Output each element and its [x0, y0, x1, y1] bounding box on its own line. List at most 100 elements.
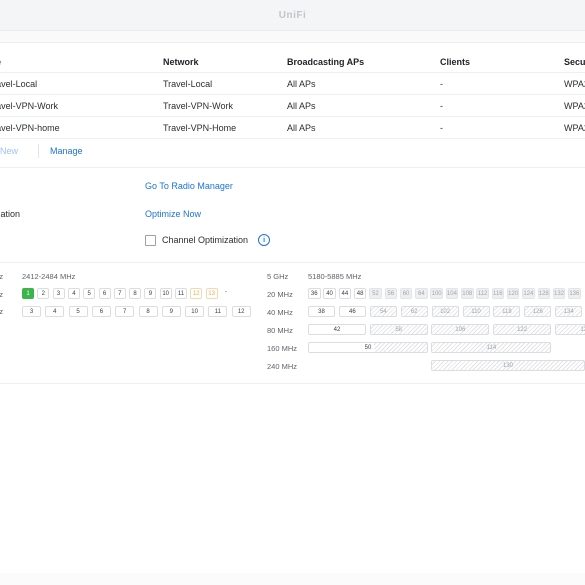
channel-chip[interactable]: 12	[190, 288, 203, 299]
channel-chip[interactable]: 130	[431, 360, 585, 371]
channel-chip[interactable]: 118	[493, 306, 521, 317]
channel-chip[interactable]: 136	[568, 288, 581, 299]
divider	[0, 262, 585, 263]
channel-chip[interactable]: 8	[129, 288, 142, 299]
channel-chip[interactable]: 126	[524, 306, 552, 317]
table-row[interactable]: Travel-VPN-home Travel-VPN-Home All APs …	[0, 117, 585, 139]
channel-chip[interactable]: 116	[491, 288, 505, 299]
channel-chip[interactable]: 3	[22, 306, 41, 317]
channel-chip[interactable]: 2	[37, 288, 50, 299]
channel-separator: -	[224, 289, 228, 296]
band-24ghz-20mhz-label: Hz	[0, 290, 4, 299]
channel-chip[interactable]: 132	[552, 288, 566, 299]
channel-chip[interactable]: 4	[67, 288, 80, 299]
channel-chip[interactable]: 1	[22, 288, 34, 299]
channel-chip[interactable]: 50	[308, 342, 428, 353]
band-5ghz-40mhz-label: 40 MHz	[267, 308, 293, 317]
band-5ghz-range: 5180-5885 MHz	[308, 272, 362, 281]
wifi-name: Travel-VPN-Work	[0, 100, 59, 111]
channel-chip[interactable]: 124	[522, 288, 535, 299]
channel-chip[interactable]: 10	[159, 288, 172, 299]
channel-chip[interactable]: 9	[144, 288, 157, 299]
channel-chip[interactable]: 8	[138, 306, 158, 317]
divider	[0, 167, 585, 168]
wifi-broadcasting-aps: All APs	[287, 122, 316, 133]
column-header-clients[interactable]: Clients	[440, 52, 540, 72]
column-header-name[interactable]: me	[0, 52, 148, 72]
channel-chip[interactable]: 3	[52, 288, 65, 299]
channel-chip[interactable]: 11	[175, 288, 187, 299]
channel-chip[interactable]: 114	[431, 342, 552, 353]
channel-chip[interactable]: 40	[323, 288, 336, 299]
channel-optimization-label[interactable]: Channel Optimization	[162, 235, 248, 245]
go-to-radio-manager-link[interactable]: Go To Radio Manager	[145, 181, 233, 191]
table-row[interactable]: Travel-VPN-Work Travel-VPN-Work All APs …	[0, 95, 585, 117]
channel-chip[interactable]: 112	[476, 288, 489, 299]
channel-chip[interactable]: 54	[369, 306, 397, 317]
column-header-network[interactable]: Network	[163, 52, 283, 72]
wifi-clients: -	[440, 78, 443, 89]
channel-chip[interactable]: 104	[445, 288, 459, 299]
channel-chip[interactable]: 102	[431, 306, 459, 317]
band-24ghz-title: Hz	[0, 272, 4, 281]
channel-chip[interactable]: 52	[369, 288, 382, 299]
channel-chip[interactable]: 7	[115, 306, 135, 317]
divider	[0, 383, 585, 384]
channel-chip[interactable]: 36	[308, 288, 321, 299]
wifi-broadcasting-aps: All APs	[287, 78, 316, 89]
channel-chip[interactable]: 134	[555, 306, 583, 317]
channel-chip[interactable]: 58	[369, 324, 428, 335]
channel-chip[interactable]: 106	[431, 324, 490, 335]
channel-chip[interactable]: 46	[338, 306, 366, 317]
channel-chip[interactable]: 11	[208, 306, 228, 317]
band-5ghz-240mhz-label: 240 MHz	[267, 362, 298, 371]
channel-chip[interactable]: 4	[45, 306, 65, 317]
channel-chip[interactable]: 60	[399, 288, 413, 299]
channel-chip[interactable]: 5	[68, 306, 88, 317]
wifi-security: WPA2	[564, 78, 585, 89]
channel-chip[interactable]: 44	[338, 288, 352, 299]
channel-chip[interactable]: 120	[506, 288, 520, 299]
wifi-network: Travel-VPN-Home	[163, 122, 237, 133]
wifi-security: WPA2	[564, 122, 585, 133]
table-row[interactable]: Travel-Local Travel-Local All APs - WPA2	[0, 73, 585, 95]
channel-chip[interactable]: 108	[461, 288, 474, 299]
channel-chip[interactable]: 13	[554, 324, 585, 335]
wifi-networks-table: me Network Broadcasting APs Clients Secu…	[0, 52, 585, 139]
wifi-security: WPA2	[564, 100, 585, 111]
channel-chip[interactable]: 48	[353, 288, 367, 299]
channel-chip[interactable]: 56	[384, 288, 397, 299]
channel-chip[interactable]: 5	[83, 288, 96, 299]
manage-link[interactable]: Manage	[50, 146, 83, 156]
channel-chip[interactable]: 9	[161, 306, 181, 317]
divider	[38, 144, 39, 158]
column-header-broadcasting-aps[interactable]: Broadcasting APs	[287, 52, 427, 72]
footer-strip	[0, 573, 585, 585]
wifi-name: Travel-VPN-home	[0, 122, 60, 133]
info-icon[interactable]: i	[258, 234, 271, 246]
channel-chip[interactable]: 110	[462, 306, 490, 317]
create-new-link[interactable]: te New	[0, 146, 18, 156]
channel-chip[interactable]: 62	[400, 306, 428, 317]
optimize-now-link[interactable]: Optimize Now	[145, 209, 201, 219]
channel-chip[interactable]: 12	[231, 306, 251, 317]
channel-chip[interactable]: 7	[113, 288, 126, 299]
channel-chip[interactable]: 100	[430, 288, 443, 299]
channel-optimization-checkbox[interactable]	[145, 234, 156, 246]
band-5ghz-160mhz-label: 160 MHz	[267, 344, 298, 353]
window-title: UniFi	[278, 9, 307, 21]
column-header-security[interactable]: Secu	[564, 52, 585, 72]
channel-chip[interactable]: 10	[185, 306, 205, 317]
channel-chip[interactable]: 122	[493, 324, 552, 335]
channel-chip[interactable]: 64	[415, 288, 428, 299]
channelization-label: nelization	[0, 209, 21, 219]
band-5ghz-title: 5 GHz	[267, 272, 289, 281]
channel-chip[interactable]: 6	[91, 306, 111, 317]
channel-chip[interactable]: 6	[98, 288, 111, 299]
channel-chip[interactable]: 128	[537, 288, 550, 299]
channel-chip[interactable]: 38	[308, 306, 335, 317]
table-header: me Network Broadcasting APs Clients Secu	[0, 52, 585, 73]
channel-chip[interactable]: 42	[308, 324, 366, 335]
channel-chip[interactable]: 13	[205, 288, 218, 299]
toolbar-strip	[0, 31, 585, 43]
